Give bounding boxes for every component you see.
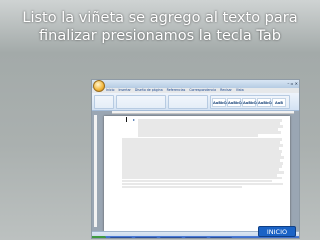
word-screenshot: – ▫ ✕ Inicio Insertar Diseño de página R… bbox=[91, 79, 300, 239]
style-title[interactable]: AaB bbox=[272, 98, 286, 107]
office-button[interactable] bbox=[93, 80, 105, 92]
vertical-ruler[interactable] bbox=[94, 115, 97, 227]
paragraph-group[interactable] bbox=[168, 95, 208, 109]
inicio-button[interactable]: INICIO bbox=[258, 226, 296, 237]
style-no-spacing[interactable]: AaBbCcDc bbox=[227, 98, 248, 107]
horizontal-ruler[interactable] bbox=[112, 111, 294, 114]
bullet-paragraph bbox=[133, 119, 283, 137]
bullet-item bbox=[133, 119, 283, 137]
taskbar-button[interactable] bbox=[110, 236, 132, 238]
slide-title-line-2: finalizar presionamos la tecla Tab bbox=[39, 28, 281, 44]
styles-group: AaBbCcDc AaBbCcDc AaBbCc AaBbCc AaB bbox=[210, 95, 290, 109]
title-bar: – ▫ ✕ bbox=[92, 80, 299, 92]
ribbon: AaBbCcDc AaBbCcDc AaBbCc AaBbCc AaB bbox=[92, 93, 299, 111]
window-controls[interactable]: – ▫ ✕ bbox=[287, 81, 298, 86]
slide-title-line-1: Listo la viñeta se agrego al texto para bbox=[22, 10, 298, 26]
slide-title: Listo la viñeta se agrego al texto para … bbox=[4, 9, 316, 45]
clipboard-group[interactable] bbox=[94, 95, 114, 109]
style-heading-1[interactable]: AaBbCc bbox=[242, 98, 258, 107]
text-line bbox=[138, 133, 258, 137]
text-line bbox=[122, 185, 242, 189]
taskbar-button[interactable] bbox=[210, 236, 232, 238]
arrow-bullet-icon bbox=[133, 119, 135, 122]
document-page[interactable] bbox=[104, 116, 290, 232]
style-normal[interactable]: AaBbCcDc bbox=[212, 98, 233, 107]
taskbar-button[interactable] bbox=[160, 236, 182, 238]
style-heading-2[interactable]: AaBbCc bbox=[257, 98, 273, 107]
body-text bbox=[122, 138, 284, 189]
start-button[interactable] bbox=[92, 236, 106, 238]
taskbar-button[interactable] bbox=[135, 236, 157, 238]
taskbar-button[interactable] bbox=[185, 236, 207, 238]
text-cursor bbox=[126, 117, 127, 122]
font-group[interactable] bbox=[116, 95, 166, 109]
